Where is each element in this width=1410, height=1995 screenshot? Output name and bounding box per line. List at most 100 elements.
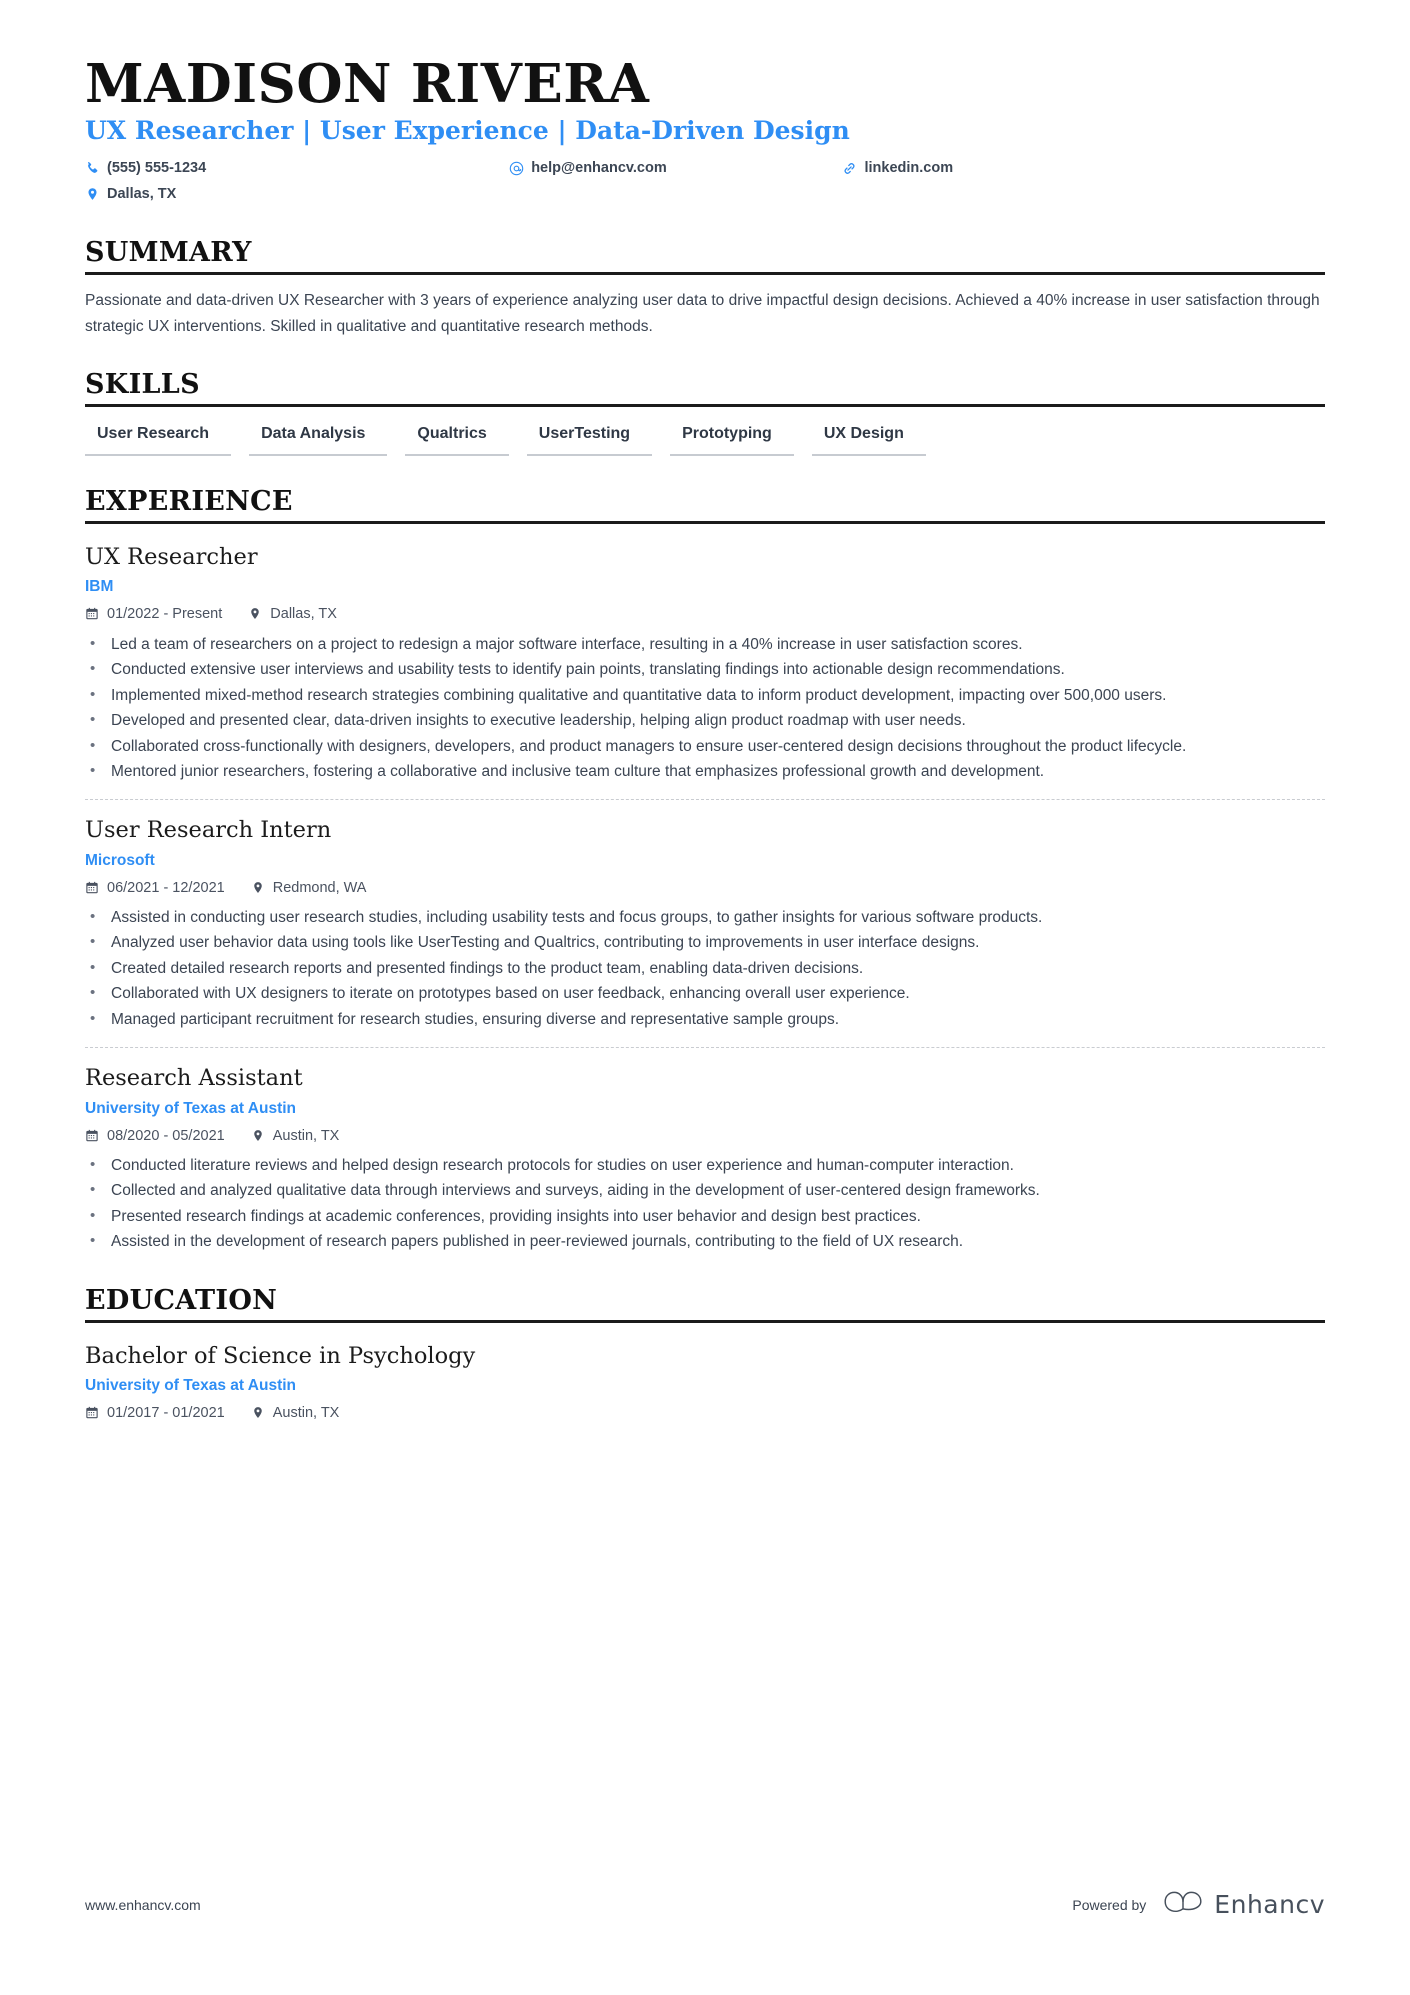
- summary-title: SUMMARY: [85, 237, 252, 269]
- calendar-icon: [85, 1406, 99, 1420]
- bullet-item: Assisted in conducting user research stu…: [85, 905, 1325, 930]
- job-location: Redmond, WA: [251, 878, 367, 898]
- email-icon: [509, 161, 524, 176]
- job-dates: 08/2020 - 05/2021: [85, 1126, 225, 1146]
- page-footer: www.enhancv.com Powered by Enhancv: [85, 1889, 1325, 1920]
- location-icon: [251, 881, 265, 895]
- skills-section: SKILLS User Research Data Analysis Qualt…: [85, 368, 1325, 457]
- footer-branding: Powered by Enhancv: [1072, 1889, 1325, 1920]
- contact-phone[interactable]: (555) 555-1234: [85, 155, 509, 181]
- job-dates-value: 01/2022 - Present: [107, 606, 223, 623]
- entry-meta: 01/2022 - Present Dallas, TX: [85, 604, 1325, 624]
- company-name[interactable]: Microsoft: [85, 851, 1325, 872]
- contact-linkedin[interactable]: linkedin.com: [842, 155, 1095, 181]
- entry-meta: 08/2020 - 05/2021 Austin, TX: [85, 1126, 1325, 1146]
- footer-website-url[interactable]: www.enhancv.com: [85, 1897, 201, 1913]
- bullet-item: Collaborated cross-functionally with des…: [85, 733, 1325, 759]
- skills-divider: [85, 403, 1325, 407]
- resume-header: MADISON RIVERA UX Researcher | User Expe…: [85, 53, 1325, 207]
- job-dates-value: 06/2021 - 12/2021: [107, 879, 225, 896]
- link-icon: [842, 161, 857, 176]
- experience-section: EXPERIENCE UX Researcher IBM 01/2022 - P…: [85, 486, 1325, 1255]
- summary-section: SUMMARY Passionate and data-driven UX Re…: [85, 237, 1325, 338]
- contact-location-value: Dallas, TX: [107, 185, 177, 202]
- company-name[interactable]: University of Texas at Austin: [85, 1099, 1325, 1120]
- entry-meta: 06/2021 - 12/2021 Redmond, WA: [85, 878, 1325, 898]
- candidate-name: MADISON RIVERA: [85, 53, 650, 115]
- education-title: EDUCATION: [85, 1284, 278, 1316]
- resume-page: MADISON RIVERA UX Researcher | User Expe…: [0, 0, 1410, 1995]
- experience-entry: Research Assistant University of Texas a…: [85, 1047, 1325, 1254]
- contact-linkedin-value: linkedin.com: [864, 159, 954, 176]
- skill-chip: UX Design: [811, 420, 926, 457]
- bullet-item: Conducted literature reviews and helped …: [85, 1153, 1325, 1178]
- bullet-item: Conducted extensive user interviews and …: [85, 657, 1325, 682]
- job-location-value: Dallas, TX: [270, 606, 337, 623]
- job-dates: 01/2022 - Present: [85, 604, 222, 624]
- experience-entry: User Research Intern Microsoft 06/2021 -…: [85, 799, 1325, 1032]
- enhancv-wordmark: Enhancv: [1214, 1890, 1325, 1919]
- bullet-item: Developed and presented clear, data-driv…: [85, 708, 1325, 733]
- phone-icon: [85, 161, 100, 176]
- skill-chip: Data Analysis: [249, 420, 388, 457]
- contact-phone-value: (555) 555-1234: [107, 159, 207, 176]
- candidate-headline: UX Researcher | User Experience | Data-D…: [85, 116, 850, 146]
- location-icon: [251, 1129, 265, 1143]
- calendar-icon: [85, 607, 99, 621]
- company-name[interactable]: IBM: [85, 577, 1325, 598]
- bullet-item: Managed participant recruitment for rese…: [85, 1007, 1325, 1032]
- education-location-value: Austin, TX: [272, 1405, 340, 1421]
- location-icon: [85, 187, 100, 202]
- contact-list: (555) 555-1234 help@enhancv.com linkedin…: [85, 155, 1095, 207]
- experience-title: EXPERIENCE: [85, 486, 293, 518]
- job-location-value: Austin, TX: [272, 1127, 340, 1144]
- bullet-item: Mentored junior researchers, fostering a…: [85, 759, 1325, 784]
- job-location-value: Redmond, WA: [272, 879, 367, 896]
- skill-chip: User Research: [85, 420, 232, 457]
- bullet-item: Analyzed user behavior data using tools …: [85, 930, 1325, 955]
- enhancv-mark-icon: [1162, 1889, 1204, 1920]
- enhancv-logo: Enhancv: [1162, 1889, 1325, 1920]
- experience-entry: UX Researcher IBM 01/2022 - Present Dall…: [85, 537, 1325, 784]
- job-title: User Research Intern: [85, 817, 332, 844]
- job-dates: 06/2021 - 12/2021: [85, 878, 225, 898]
- education-section: EDUCATION Bachelor of Science in Psychol…: [85, 1285, 1325, 1424]
- job-location: Dallas, TX: [248, 604, 337, 624]
- education-dates-value: 01/2017 - 01/2021: [107, 1405, 225, 1421]
- experience-divider: [85, 521, 1325, 525]
- summary-text: Passionate and data-driven UX Researcher…: [85, 292, 1320, 335]
- bullet-item: Created detailed research reports and pr…: [85, 956, 1325, 981]
- job-title: UX Researcher: [85, 544, 258, 571]
- degree-title: Bachelor of Science in Psychology: [85, 1342, 476, 1369]
- job-bullets: Conducted literature reviews and helped …: [85, 1153, 1325, 1255]
- calendar-icon: [85, 881, 99, 895]
- bullet-item: Presented research findings at academic …: [85, 1204, 1325, 1229]
- education-location: Austin, TX: [251, 1403, 340, 1423]
- location-icon: [248, 607, 262, 621]
- bullet-item: Collaborated with UX designers to iterat…: [85, 981, 1325, 1006]
- job-bullets: Led a team of researchers on a project t…: [85, 632, 1325, 785]
- location-icon: [251, 1406, 265, 1420]
- job-dates-value: 08/2020 - 05/2021: [107, 1127, 225, 1144]
- education-entry: Bachelor of Science in Psychology Univer…: [85, 1336, 1325, 1423]
- job-title: Research Assistant: [85, 1065, 303, 1092]
- summary-divider: [85, 272, 1325, 276]
- job-location: Austin, TX: [251, 1126, 340, 1146]
- bullet-item: Assisted in the development of research …: [85, 1229, 1325, 1254]
- contact-email[interactable]: help@enhancv.com: [509, 155, 842, 181]
- school-name[interactable]: University of Texas at Austin: [85, 1376, 1325, 1397]
- bullet-item: Led a team of researchers on a project t…: [85, 632, 1325, 657]
- skill-chip: UserTesting: [526, 420, 653, 457]
- skills-title: SKILLS: [85, 368, 200, 400]
- education-divider: [85, 1319, 1325, 1323]
- powered-by-label: Powered by: [1072, 1896, 1147, 1913]
- skill-chip: Prototyping: [670, 420, 794, 457]
- contact-email-value: help@enhancv.com: [531, 159, 667, 176]
- skill-chip: Qualtrics: [405, 420, 509, 457]
- bullet-item: Implemented mixed-method research strate…: [85, 683, 1325, 708]
- entry-meta: 01/2017 - 01/2021 Austin, TX: [85, 1403, 1325, 1423]
- bullet-item: Collected and analyzed qualitative data …: [85, 1178, 1325, 1203]
- education-dates: 01/2017 - 01/2021: [85, 1403, 225, 1423]
- job-bullets: Assisted in conducting user research stu…: [85, 905, 1325, 1032]
- skills-list: User Research Data Analysis Qualtrics Us…: [85, 420, 1325, 457]
